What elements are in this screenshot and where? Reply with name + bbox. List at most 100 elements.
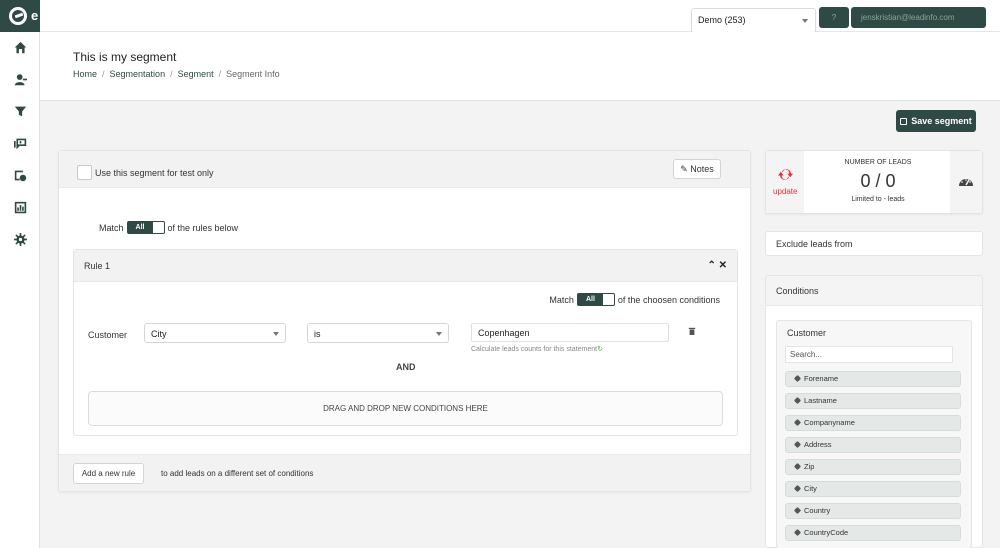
breadcrumb-separator: / (218, 69, 222, 79)
condition-field-item[interactable]: Country (785, 503, 961, 519)
and-label: AND (396, 362, 416, 372)
condition-field-item[interactable]: Address (785, 437, 961, 453)
leads-limit: Limited to - leads (851, 196, 905, 203)
rule-card: Rule 1 ⌃ ✕ Match All of the choosen cond… (73, 249, 738, 436)
gear-icon[interactable] (12, 231, 28, 247)
segment-builder-panel: Use this segment for test only ✎ Notes M… (58, 150, 751, 492)
condition-field-label: Lastname (804, 396, 837, 405)
help-button[interactable]: ? (819, 7, 849, 28)
test-only-checkbox[interactable] (77, 165, 92, 180)
campaign-icon[interactable] (12, 167, 28, 183)
customer-group: Customer Search... Forename Lastname Com… (776, 320, 972, 548)
page-header: This is my segment Home / Segmentation / Seg… (40, 32, 1000, 101)
condition-field-label: Address (804, 440, 832, 449)
condition-field-item[interactable]: City (785, 481, 961, 497)
rule-title: Rule 1 (84, 261, 111, 271)
leads-heading: NUMBER OF LEADS (844, 159, 912, 166)
user-icon[interactable] (12, 71, 28, 87)
chevron-down-icon (436, 332, 442, 336)
condition-field-select[interactable]: City (144, 323, 286, 343)
match-prefix: Match (99, 222, 124, 233)
test-only-label: Use this segment for test only (95, 168, 214, 178)
breadcrumb-separator: / (170, 69, 173, 79)
breadcrumb-segmentation[interactable]: Segmentation (110, 69, 166, 79)
user-menu-button[interactable]: jenskristian@leadinfo.com (851, 7, 986, 28)
condition-field-item[interactable]: Forename (785, 371, 961, 387)
notes-button[interactable]: ✎ Notes (673, 159, 721, 179)
update-area[interactable]: update (766, 151, 804, 213)
report-icon[interactable] (12, 199, 28, 215)
condition-field-label: City (804, 484, 817, 493)
exclude-leads-panel[interactable]: Exclude leads from (765, 231, 983, 256)
tag-icon (793, 396, 802, 405)
message-icon[interactable] (12, 135, 28, 151)
customer-group-title: Customer (787, 328, 827, 338)
condition-field-item[interactable]: Lastname (785, 393, 961, 409)
breadcrumb-segment-info: Segment Info (226, 69, 280, 79)
add-rule-button[interactable]: Add a new rule (73, 463, 144, 484)
add-rule-hint: to add leads on a different set of condi… (161, 469, 314, 478)
trash-icon[interactable] (688, 327, 696, 335)
conditions-panel: Conditions Customer Search... Forename L… (765, 275, 983, 548)
logo-mark (9, 7, 27, 25)
tag-icon (793, 462, 802, 471)
update-label: update (773, 187, 798, 196)
match-conditions-suffix: of the choosen conditions (617, 294, 720, 305)
match-conditions-toggle[interactable]: All (576, 293, 615, 306)
condition-field-label: Country (804, 506, 831, 515)
condition-value-input[interactable]: Copenhagen (471, 323, 669, 342)
notes-label: Notes (690, 164, 714, 174)
tag-icon (793, 440, 802, 449)
page-title: This is my segment (73, 50, 177, 64)
calculate-hint-text: Calculate leads counts for this statemen… (471, 346, 598, 353)
condition-operator-value: is (314, 329, 321, 339)
rule-controls: ⌃ ✕ (707, 260, 727, 271)
condition-field-label: Zip (804, 462, 815, 471)
rule-header: Rule 1 ⌃ ✕ (74, 250, 737, 282)
collapse-icon[interactable]: ⌃ (707, 260, 715, 271)
close-icon[interactable]: ✕ (719, 260, 727, 271)
refresh-icon[interactable]: ↻ (597, 346, 603, 353)
leads-count: 0 / 0 (860, 171, 896, 191)
tag-icon (793, 506, 802, 515)
match-conditions-row: Match All of the choosen conditions (549, 293, 720, 306)
condition-operator-select[interactable]: is (307, 323, 449, 343)
condition-field-item[interactable]: Zip (785, 459, 961, 475)
account-select[interactable]: Demo (253) (691, 8, 816, 33)
tag-icon (793, 528, 802, 537)
filter-icon[interactable] (12, 103, 28, 119)
breadcrumb-segment[interactable]: Segment (178, 69, 214, 79)
match-conditions-prefix: Match (549, 294, 574, 305)
top-bar: Demo (253) ? jenskristian@leadinfo.com (40, 0, 1000, 33)
match-suffix: of the rules below (167, 222, 239, 233)
add-rule-bar: Add a new rule to add leads on a differe… (59, 454, 750, 491)
match-all-toggle[interactable]: All (126, 221, 165, 234)
segment-options-bar: Use this segment for test only ✎ Notes (59, 151, 750, 188)
account-select-value: Demo (253) (698, 15, 746, 25)
drop-zone[interactable]: DRAG AND DROP NEW CONDITIONS HERE (88, 391, 723, 426)
logo-letter: e (31, 8, 39, 23)
home-icon[interactable] (12, 39, 28, 55)
condition-field-item[interactable]: CountryCode (785, 525, 961, 541)
breadcrumb-separator: / (102, 69, 105, 79)
app-logo[interactable]: e (0, 0, 40, 32)
calculate-hint: Calculate leads counts for this statemen… (471, 345, 603, 353)
chevron-down-icon (273, 332, 279, 336)
condition-field-value: City (151, 329, 167, 339)
conditions-title: Conditions (766, 276, 982, 306)
condition-field-item[interactable]: Companyname (785, 415, 961, 431)
condition-field-label: Companyname (804, 418, 855, 427)
tag-icon (793, 374, 802, 383)
save-segment-label: Save segment (911, 116, 972, 126)
condition-field-label: CountryCode (804, 528, 849, 537)
tag-icon (793, 418, 802, 427)
conditions-search-input[interactable]: Search... (785, 346, 953, 363)
save-segment-button[interactable]: Save segment (896, 110, 976, 132)
condition-group-label: Customer (88, 330, 128, 340)
left-nav: e (0, 0, 40, 548)
dashboard-gauge-icon (959, 179, 973, 186)
gauge-area[interactable] (950, 151, 982, 213)
breadcrumb-home[interactable]: Home (73, 69, 97, 79)
paperclip-icon: ✎ (680, 164, 688, 174)
match-all-value: All (127, 222, 153, 233)
